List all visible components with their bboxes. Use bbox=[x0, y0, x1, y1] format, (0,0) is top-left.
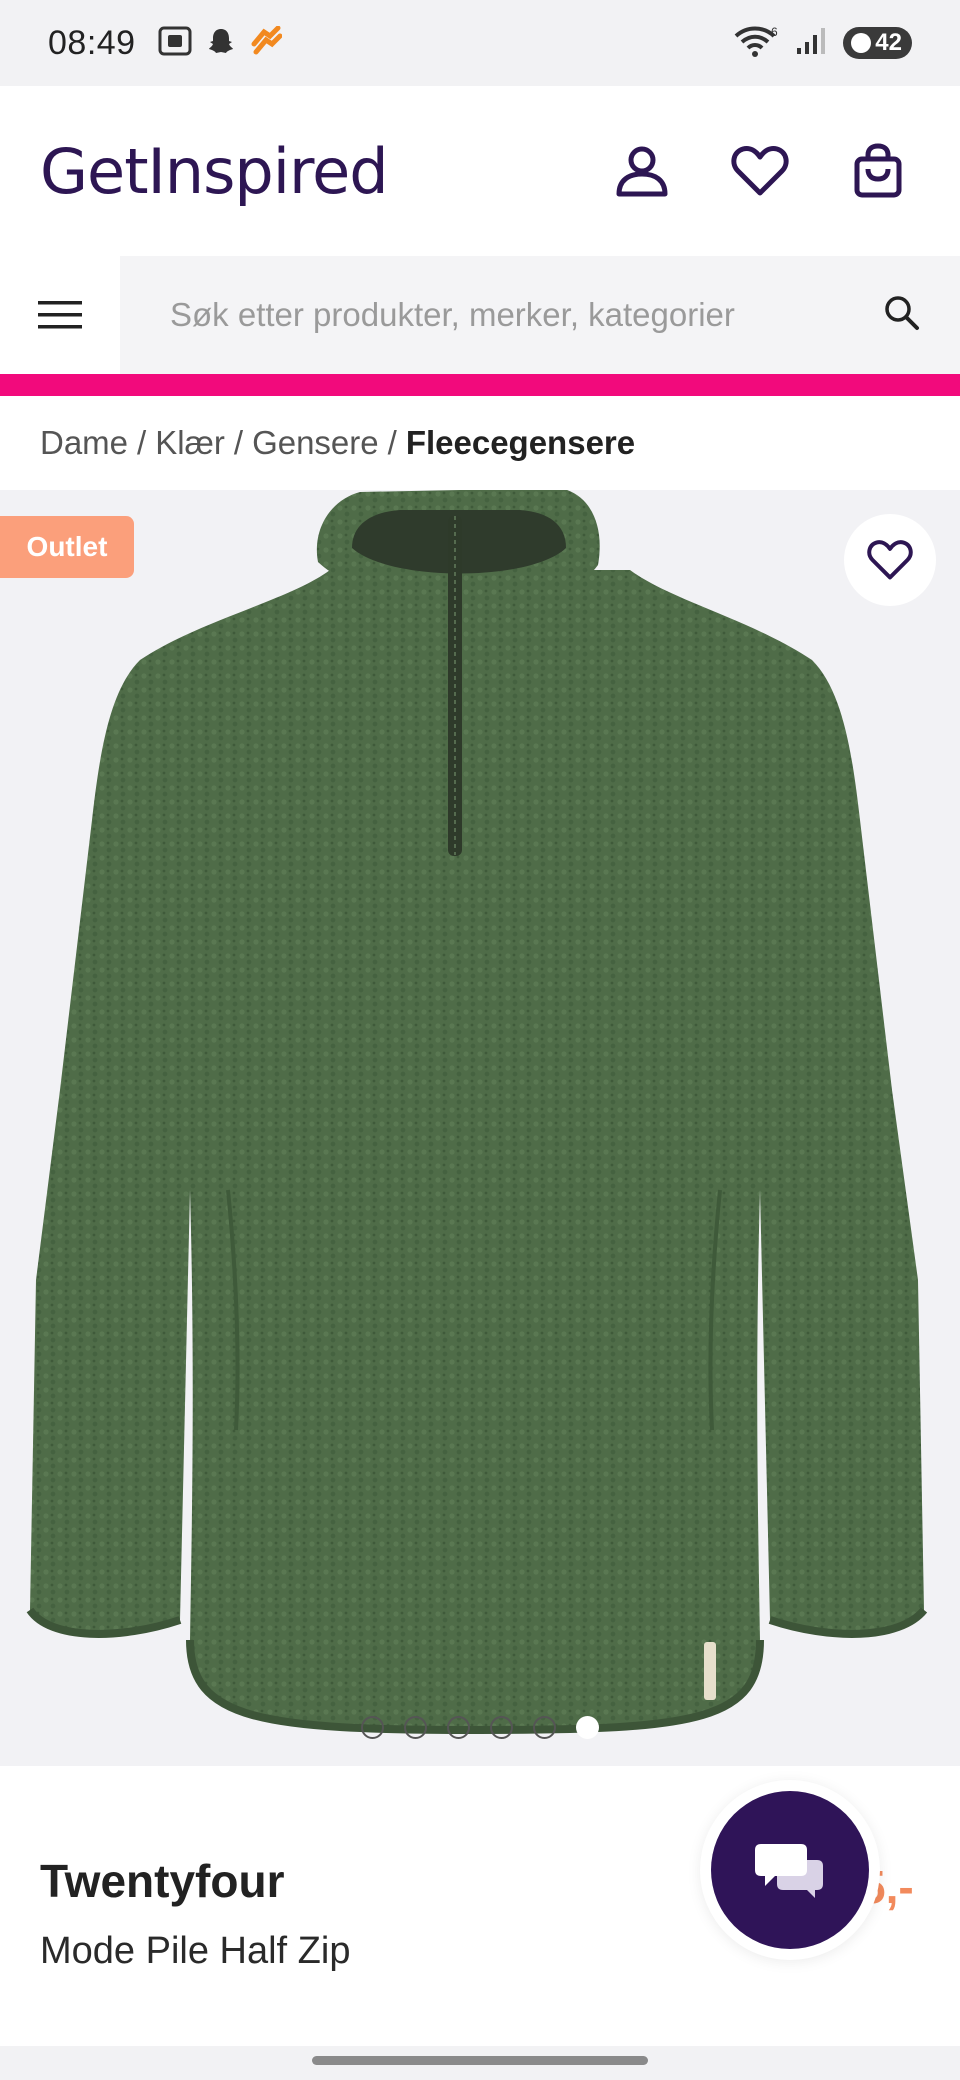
chat-button[interactable] bbox=[700, 1780, 880, 1960]
chat-icon bbox=[755, 1844, 823, 1898]
gallery-dot[interactable] bbox=[490, 1716, 513, 1739]
gallery-dot[interactable] bbox=[447, 1716, 470, 1739]
breadcrumb-separator: / bbox=[233, 424, 244, 461]
favorite-button[interactable] bbox=[844, 514, 936, 606]
breadcrumb: Dame / Klær / Gensere / Fleecegensere bbox=[0, 396, 960, 490]
breadcrumb-item-klaer[interactable]: Klær bbox=[155, 424, 225, 462]
heart-icon bbox=[867, 540, 913, 580]
cart-button[interactable] bbox=[848, 141, 908, 201]
menu-button[interactable] bbox=[0, 256, 120, 374]
status-time: 08:49 bbox=[48, 23, 136, 62]
breadcrumb-item-gensere[interactable]: Gensere bbox=[252, 424, 379, 462]
account-button[interactable] bbox=[612, 141, 672, 201]
gallery-pagination bbox=[0, 1716, 960, 1739]
status-bar: 08:49 6 42 bbox=[0, 0, 960, 86]
site-header: GetInspired bbox=[0, 86, 960, 256]
heart-icon bbox=[731, 146, 789, 196]
screenshot-icon bbox=[158, 26, 192, 61]
menu-icon bbox=[38, 301, 82, 329]
status-icons-right: 6 42 bbox=[733, 24, 912, 63]
search-icon bbox=[885, 295, 919, 330]
wifi-badge: 6 bbox=[771, 25, 778, 39]
wifi-icon: 6 bbox=[733, 24, 779, 63]
outlet-badge: Outlet bbox=[0, 516, 134, 578]
search-button[interactable] bbox=[884, 295, 920, 336]
signal-icon bbox=[795, 26, 827, 61]
breadcrumb-current: Fleecegensere bbox=[405, 424, 636, 461]
header-actions bbox=[612, 141, 908, 201]
status-icons-left bbox=[158, 25, 283, 61]
home-indicator[interactable] bbox=[312, 2056, 648, 2065]
accent-bar bbox=[0, 374, 960, 396]
snapchat-icon bbox=[206, 26, 236, 61]
battery-icon: 42 bbox=[843, 27, 912, 59]
product-image[interactable] bbox=[0, 490, 960, 1766]
battery-saver-icon bbox=[851, 33, 872, 53]
gallery-dot-active[interactable] bbox=[576, 1716, 599, 1739]
search-row bbox=[0, 256, 960, 374]
search-input[interactable] bbox=[170, 296, 884, 334]
gallery-dot[interactable] bbox=[533, 1716, 556, 1739]
search-field bbox=[120, 256, 960, 374]
chat-button-inner bbox=[711, 1791, 869, 1949]
breadcrumb-separator: / bbox=[387, 424, 397, 461]
battery-level: 42 bbox=[875, 29, 902, 56]
product-brand[interactable]: Twentyfour bbox=[40, 1854, 284, 1908]
account-icon bbox=[616, 146, 668, 197]
product-gallery[interactable]: Outlet bbox=[0, 490, 960, 1766]
breadcrumb-item-dame[interactable]: Dame bbox=[40, 424, 128, 462]
shopping-bag-icon bbox=[854, 143, 902, 198]
product-name: Mode Pile Half Zip bbox=[40, 1930, 351, 1972]
gallery-dot[interactable] bbox=[404, 1716, 427, 1739]
gallery-dot[interactable] bbox=[361, 1716, 384, 1739]
wishlist-button[interactable] bbox=[730, 141, 790, 201]
logo[interactable]: GetInspired bbox=[40, 135, 389, 208]
breadcrumb-separator: / bbox=[137, 424, 147, 461]
streak-icon bbox=[250, 25, 283, 61]
